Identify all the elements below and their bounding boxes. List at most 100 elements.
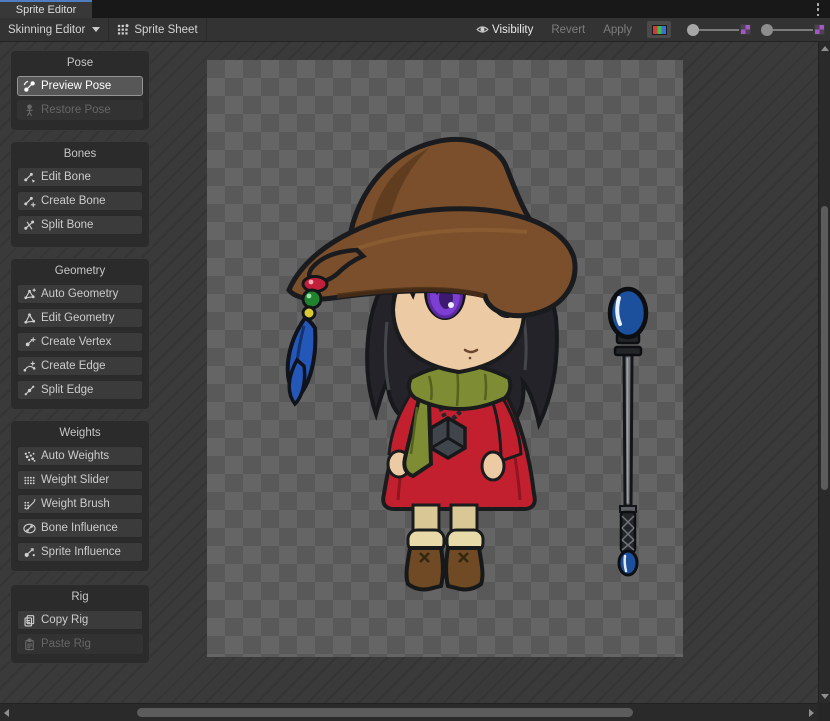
create-edge-icon [23, 360, 36, 373]
transparency-checker-icon [740, 24, 751, 35]
create-vertex-button[interactable]: Create Vertex [17, 332, 143, 352]
button-label: Edit Bone [41, 171, 91, 183]
split-bone-button[interactable]: Split Bone [17, 215, 143, 235]
pose-panel: Pose Preview Pose Restore Pose [10, 50, 150, 131]
tab-bar: Sprite Editor [0, 0, 830, 18]
button-label: Bone Influence [41, 522, 118, 534]
paste-rig-icon [23, 638, 36, 651]
button-label: Create Vertex [41, 336, 111, 348]
edit-geometry-button[interactable]: Edit Geometry [17, 308, 143, 328]
button-label: Create Bone [41, 195, 106, 207]
toolbar-separator [206, 18, 207, 41]
restore-pose-button[interactable]: Restore Pose [17, 100, 143, 120]
visibility-label: Visibility [492, 24, 533, 36]
scroll-down-arrow-icon[interactable] [821, 694, 829, 699]
bone-influence-icon [23, 522, 36, 535]
weight-brush-icon [23, 498, 36, 511]
create-bone-icon [23, 195, 36, 208]
bone-opacity-slider[interactable] [687, 24, 751, 36]
create-vertex-icon [23, 336, 36, 349]
button-label: Sprite Influence [41, 546, 121, 558]
button-label: Create Edge [41, 360, 106, 372]
eye-icon [476, 23, 489, 36]
scroll-right-arrow-icon[interactable] [809, 709, 814, 717]
sprite-sheet-grid-icon [117, 23, 130, 36]
button-label: Split Bone [41, 219, 93, 231]
apply-button[interactable]: Apply [594, 18, 641, 41]
bones-panel-title: Bones [17, 148, 143, 160]
kebab-menu-icon [817, 3, 820, 6]
sprite-sheet-label: Sprite Sheet [134, 24, 197, 36]
button-label: Preview Pose [41, 80, 111, 92]
horizontal-scrollbar[interactable] [0, 703, 818, 721]
auto-geometry-button[interactable]: Auto Geometry [17, 284, 143, 304]
slider-track[interactable] [699, 29, 739, 31]
slider-track[interactable] [773, 29, 813, 31]
rig-panel-title: Rig [17, 591, 143, 603]
paste-rig-button[interactable]: Paste Rig [17, 634, 143, 654]
auto-weights-icon [23, 450, 36, 463]
button-label: Restore Pose [41, 104, 111, 116]
geometry-panel: Geometry Auto Geometry Edit Geometry Cre… [10, 258, 150, 410]
mode-dropdown[interactable]: Skinning Editor [0, 18, 108, 41]
sprite-influence-icon [23, 546, 36, 559]
transparency-checker-icon [814, 24, 825, 35]
edit-bone-button[interactable]: Edit Bone [17, 167, 143, 187]
split-edge-button[interactable]: Split Edge [17, 380, 143, 400]
button-label: Auto Geometry [41, 288, 118, 300]
window-menu-button[interactable] [813, 3, 823, 16]
scrollbar-corner [818, 703, 830, 721]
button-label: Auto Weights [41, 450, 109, 462]
weights-panel-title: Weights [17, 427, 143, 439]
weights-panel: Weights Auto Weights Weight Slider Weigh… [10, 420, 150, 572]
split-edge-icon [23, 384, 36, 397]
sprite-color-button[interactable] [647, 21, 671, 38]
auto-weights-button[interactable]: Auto Weights [17, 446, 143, 466]
button-label: Weight Brush [41, 498, 110, 510]
visibility-toggle-button[interactable]: Visibility [467, 18, 542, 41]
scroll-left-arrow-icon[interactable] [4, 709, 9, 717]
button-label: Split Edge [41, 384, 93, 396]
revert-label: Revert [551, 24, 585, 36]
edit-bone-icon [23, 171, 36, 184]
skinning-toolbar: Skinning Editor Sprite Sheet Visibility … [0, 18, 830, 42]
vertical-scrollbar-thumb[interactable] [821, 206, 828, 490]
weight-brush-button[interactable]: Weight Brush [17, 494, 143, 514]
create-edge-button[interactable]: Create Edge [17, 356, 143, 376]
bone-influence-button[interactable]: Bone Influence [17, 518, 143, 538]
button-label: Paste Rig [41, 638, 91, 650]
preview-pose-icon [23, 80, 36, 93]
preview-pose-button[interactable]: Preview Pose [17, 76, 143, 96]
revert-button[interactable]: Revert [542, 18, 594, 41]
rig-panel: Rig Copy Rig Paste Rig [10, 584, 150, 664]
scroll-up-arrow-icon[interactable] [821, 46, 829, 51]
auto-geometry-icon [23, 288, 36, 301]
staff [610, 289, 646, 575]
sprite-canvas[interactable] [207, 60, 683, 657]
weight-slider-icon [23, 474, 36, 487]
copy-rig-button[interactable]: Copy Rig [17, 610, 143, 630]
edit-geometry-icon [23, 312, 36, 325]
slider-handle[interactable] [761, 24, 773, 36]
sprite-sheet-button[interactable]: Sprite Sheet [109, 18, 205, 41]
pose-panel-title: Pose [17, 57, 143, 69]
copy-rig-icon [23, 614, 36, 627]
witch-character-sprite [207, 60, 683, 657]
vertical-scrollbar[interactable] [818, 42, 830, 703]
horizontal-scrollbar-thumb[interactable] [137, 708, 633, 717]
button-label: Weight Slider [41, 474, 109, 486]
tab-title: Sprite Editor [16, 4, 77, 16]
rgb-swatch-icon [652, 25, 667, 35]
button-label: Copy Rig [41, 614, 88, 626]
geometry-panel-title: Geometry [17, 265, 143, 277]
slider-handle[interactable] [687, 24, 699, 36]
bones-panel: Bones Edit Bone Create Bone Split Bone [10, 141, 150, 248]
dropdown-caret-icon [92, 27, 100, 32]
sprite-influence-button[interactable]: Sprite Influence [17, 542, 143, 562]
apply-label: Apply [603, 24, 632, 36]
create-bone-button[interactable]: Create Bone [17, 191, 143, 211]
button-label: Edit Geometry [41, 312, 115, 324]
weight-slider-button[interactable]: Weight Slider [17, 470, 143, 490]
sprite-editor-tab[interactable]: Sprite Editor [0, 0, 92, 18]
sprite-opacity-slider[interactable] [761, 24, 825, 36]
